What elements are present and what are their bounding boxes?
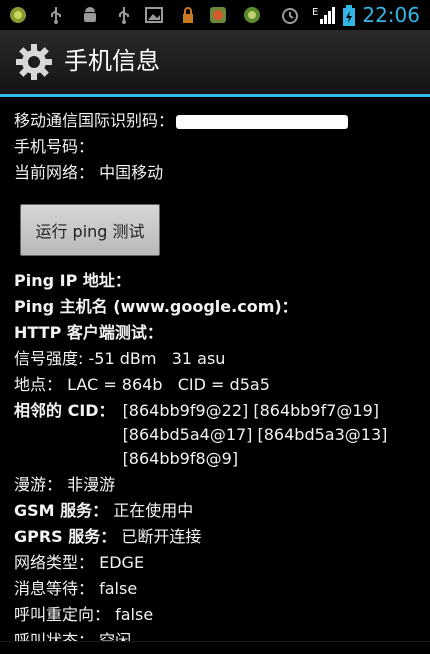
call-redirect-label: 呼叫重定向： <box>14 605 111 624</box>
title-divider <box>0 94 430 97</box>
location-value: LAC = 864b CID = d5a5 <box>67 375 270 394</box>
roaming-row: 漫游： 非漫游 <box>14 472 419 498</box>
gsm-service-value: 正在使用中 <box>113 501 194 520</box>
gprs-service-value: 已断开连接 <box>121 527 202 546</box>
http-client-test-row: HTTP 客户端测试： <box>14 320 419 346</box>
current-network-row: 当前网络： 中国移动 <box>14 160 419 186</box>
phone-info-content: 移动通信国际识别码： 手机号码： 当前网络： 中国移动 运行 ping 测试 P… <box>14 108 419 654</box>
network-type-value: EDGE <box>99 553 145 572</box>
run-ping-test-button[interactable]: 运行 ping 测试 <box>20 204 160 256</box>
gallery-icon <box>242 5 262 25</box>
title-bar: 手机信息 <box>0 30 430 94</box>
app-icon <box>208 5 228 25</box>
signal-icon: E <box>312 5 338 25</box>
http-client-test-label: HTTP 客户端测试： <box>14 323 163 342</box>
current-network-value: 中国移动 <box>99 163 164 182</box>
call-redirect-value: false <box>115 605 154 624</box>
location-row: 地点： LAC = 864b CID = d5a5 <box>14 372 419 398</box>
phone-number-label: 手机号码： <box>14 137 95 156</box>
message-waiting-label: 消息等待： <box>14 579 95 598</box>
location-label: 地点： <box>14 375 63 394</box>
battery-icon <box>342 5 356 26</box>
usb-icon <box>46 5 66 25</box>
call-redirect-row: 呼叫重定向： false <box>14 602 419 628</box>
ping-hostname-row: Ping 主机名 (www.google.com)： <box>14 294 419 320</box>
message-waiting-value: false <box>99 579 138 598</box>
imei-redacted-value <box>176 114 349 129</box>
neighbor-cid-row: 相邻的 CID： [864bb9f9@22] [864bb9f7@19] [86… <box>14 399 419 471</box>
imei-label: 移动通信国际识别码： <box>14 111 175 130</box>
gprs-service-row: GPRS 服务： 已断开连接 <box>14 524 419 550</box>
gear-icon <box>14 42 54 82</box>
ping-ip-row: Ping IP 地址： <box>14 268 419 294</box>
signal-strength-label: 信号强度: <box>14 349 84 368</box>
current-network-label: 当前网络： <box>14 163 95 182</box>
alarm-icon <box>280 5 300 25</box>
android-debug-icon <box>80 5 100 25</box>
usb-icon <box>114 5 134 25</box>
gingerbread-icon <box>8 5 28 25</box>
lock-icon <box>178 5 198 25</box>
image-icon <box>144 5 164 25</box>
page-title: 手机信息 <box>64 47 160 75</box>
ping-hostname-label: Ping 主机名 (www.google.com)： <box>14 297 298 316</box>
gsm-service-row: GSM 服务： 正在使用中 <box>14 498 419 524</box>
roaming-value: 非漫游 <box>67 475 116 494</box>
imei-row: 移动通信国际识别码： <box>14 108 419 134</box>
network-type-label: 网络类型： <box>14 553 95 572</box>
bottom-edge <box>0 641 430 650</box>
network-type-row: 网络类型： EDGE <box>14 550 419 576</box>
ping-ip-label: Ping IP 地址： <box>14 271 131 290</box>
gsm-service-label: GSM 服务： <box>14 501 109 520</box>
message-waiting-row: 消息等待： false <box>14 576 419 602</box>
roaming-label: 漫游： <box>14 475 63 494</box>
signal-strength-value: -51 dBm 31 asu <box>88 349 226 368</box>
phone-number-row: 手机号码： <box>14 134 419 160</box>
neighbor-cid-value: [864bb9f9@22] [864bb9f7@19] [864bd5a4@17… <box>122 401 388 468</box>
neighbor-cid-label: 相邻的 CID： <box>14 401 115 420</box>
network-type-letter: E <box>312 7 318 18</box>
gprs-service-label: GPRS 服务： <box>14 527 117 546</box>
signal-strength-row: 信号强度: -51 dBm 31 asu <box>14 346 419 372</box>
status-time: 22:06 <box>362 3 420 27</box>
status-bar: E 22:06 <box>0 0 430 30</box>
